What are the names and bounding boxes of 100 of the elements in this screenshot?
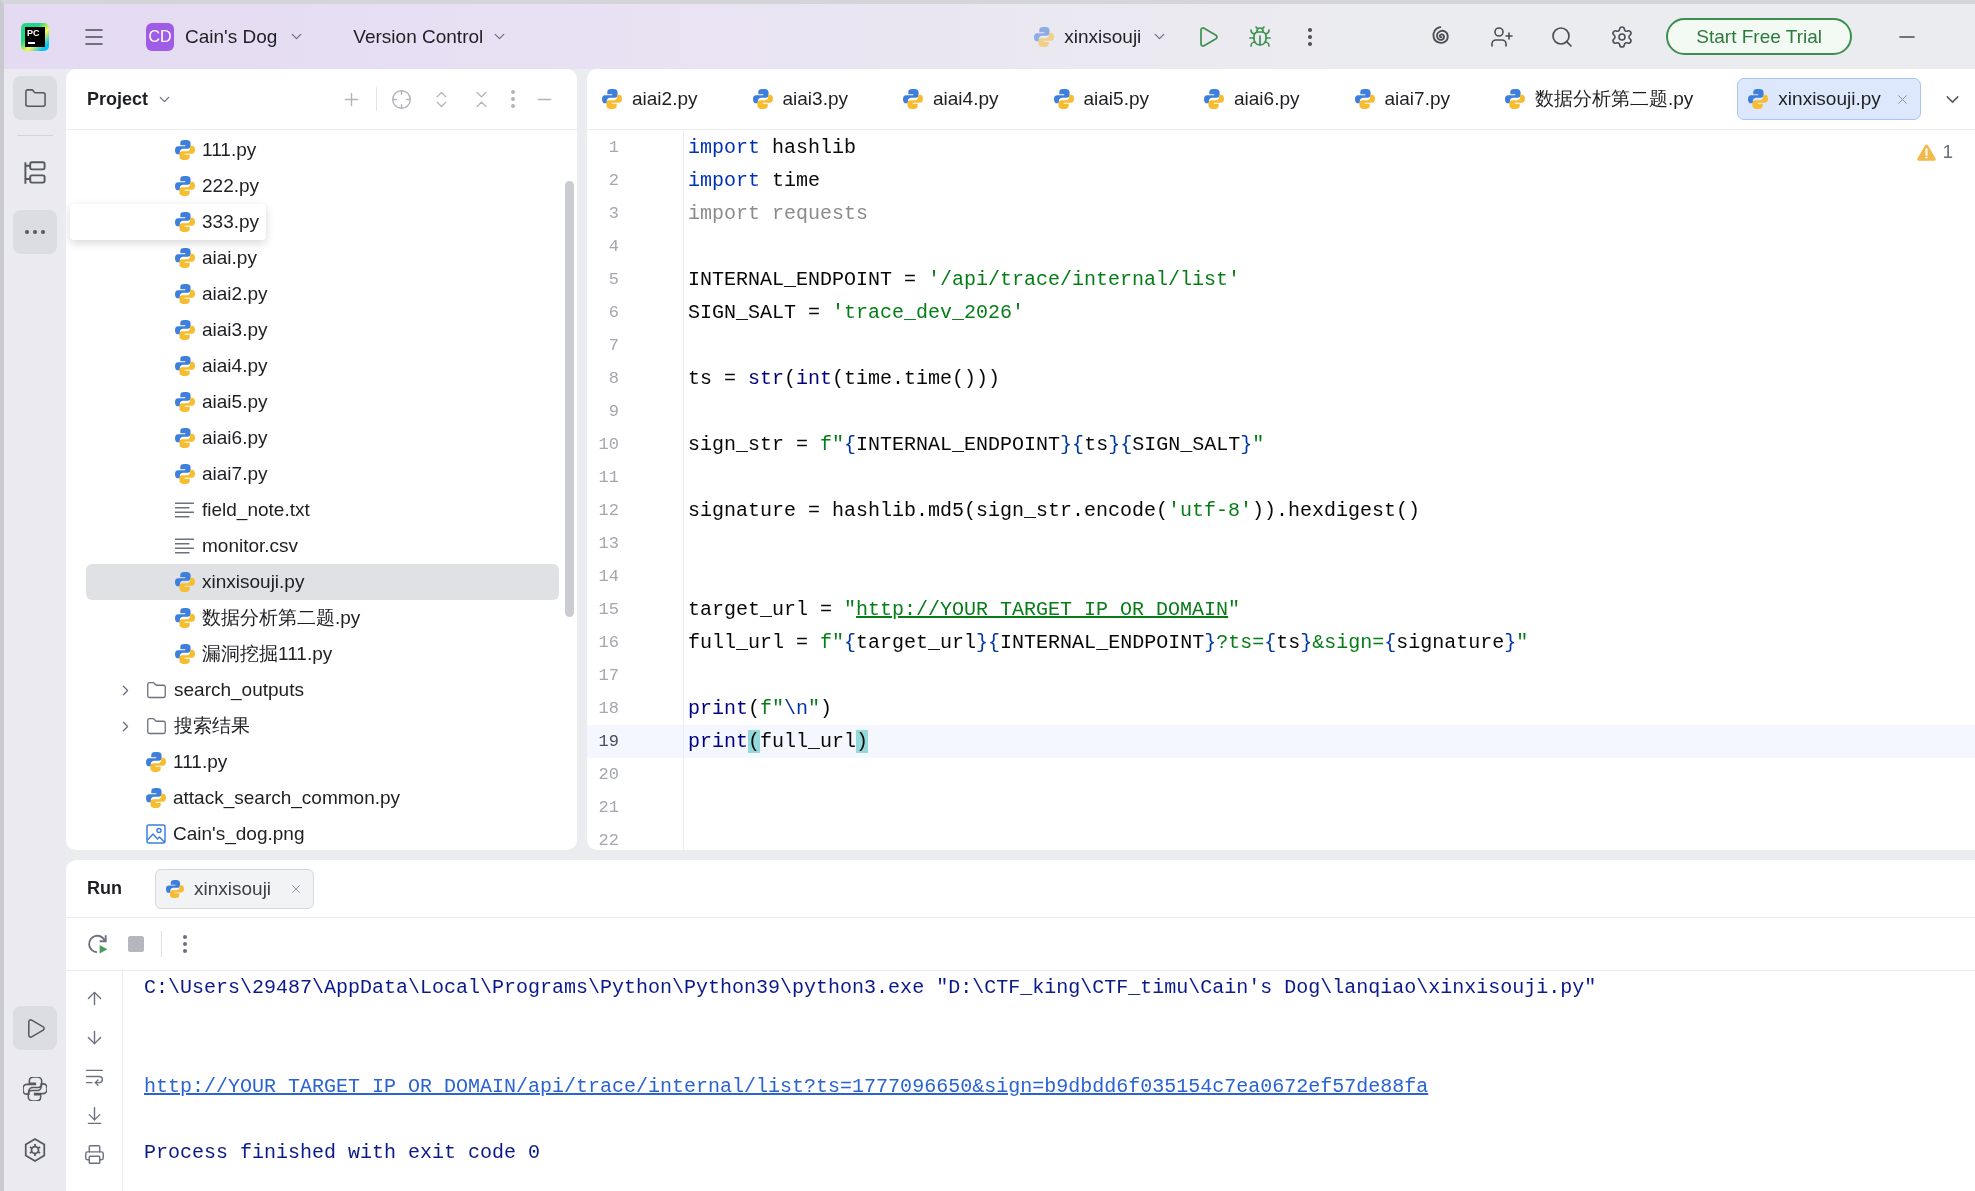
python-file-icon — [166, 879, 184, 898]
search-icon[interactable] — [1550, 24, 1575, 49]
more-icon[interactable] — [183, 935, 187, 953]
settings-icon[interactable] — [1610, 24, 1635, 49]
console-text: Process finished with exit code 0 — [144, 1141, 541, 1164]
line-number: 12 — [598, 501, 619, 520]
console-link[interactable]: http://YOUR_TARGET_IP_OR_DOMAIN/api/trace/internal/list?ts=1777096650&sign=b9dbdd6f035154c7ea0672ef57de88fa — [144, 1075, 1429, 1098]
rerun-icon[interactable] — [87, 933, 109, 955]
folder-item[interactable]: search_outputs — [86, 672, 559, 708]
tool-window-button[interactable] — [13, 76, 57, 120]
file-item[interactable]: attack_search_common.py — [86, 780, 559, 816]
console-text: C:\Users\29487\AppData\Local\Programs\Python\Python39\python3.exe "D:\CTF_king\CTF_timu\Cain's Dog\lanqiao\xinxisouji.py" — [144, 976, 1597, 999]
editor-tab[interactable]: aiai4.py — [892, 78, 1010, 120]
code-line: target_url = "http://YOUR_TARGET_IP_OR_DOMAIN" — [688, 598, 1241, 621]
file-item[interactable]: aiai2.py — [86, 276, 559, 312]
python-file-icon — [1748, 89, 1769, 109]
line-number: 9 — [608, 402, 619, 421]
line-number: 16 — [598, 633, 619, 652]
editor-tab[interactable]: aiai7.py — [1343, 78, 1461, 120]
url-link[interactable]: http://YOUR_TARGET_IP_OR_DOMAIN — [856, 598, 1229, 621]
python-file-icon — [175, 464, 195, 484]
python-file-icon — [602, 89, 622, 109]
structure-icon[interactable] — [23, 161, 47, 185]
bug-icon[interactable] — [1248, 24, 1273, 49]
file-item[interactable]: xinxisouji.py — [86, 564, 559, 600]
python-file-icon — [175, 428, 195, 448]
line-number: 10 — [598, 435, 619, 454]
python-file-icon — [146, 752, 166, 772]
file-item[interactable]: 数据分析第二题.py — [86, 600, 559, 636]
tool-window-button[interactable] — [13, 1006, 57, 1050]
file-item[interactable]: 222.py — [86, 168, 559, 204]
python-file-icon — [752, 89, 773, 109]
printer-icon[interactable] — [83, 1144, 105, 1165]
line-number: 18 — [598, 699, 619, 718]
text-file-icon — [175, 536, 195, 556]
trial-button[interactable]: Start Free Trial — [1666, 18, 1852, 55]
file-item[interactable]: aiai4.py — [86, 348, 559, 384]
more-icon — [25, 230, 45, 234]
file-item[interactable]: monitor.csv — [86, 528, 559, 564]
python-file-icon — [175, 140, 195, 160]
file-item[interactable]: aiai3.py — [86, 312, 559, 348]
folder-item[interactable]: 搜索结果 — [86, 708, 559, 744]
editor-tab[interactable]: 数据分析第二题.py — [1494, 78, 1705, 120]
more-icon[interactable] — [1308, 27, 1313, 46]
file-item[interactable]: 333.py — [70, 204, 266, 240]
code-line: sign_str = f"{INTERNAL_ENDPOINT}{ts}{SIGN_SALT}" — [688, 433, 1265, 456]
python-file-icon — [1053, 89, 1074, 109]
line-number: 14 — [598, 567, 619, 586]
python-file-icon — [175, 356, 195, 376]
file-item[interactable]: 111.py — [86, 132, 559, 168]
code-line: full_url = f"{target_url}{INTERNAL_ENDPOINT}?ts={ts}&sign={signature}" — [688, 631, 1529, 654]
line-number: 2 — [608, 171, 619, 190]
editor-tab[interactable]: aiai3.py — [741, 78, 859, 120]
python-file-icon — [175, 248, 195, 268]
code-line: INTERNAL_ENDPOINT = '/api/trace/internal/list' — [688, 268, 1241, 291]
warning-count[interactable]: 1 — [1942, 141, 1953, 163]
code-line: print(f"\n") — [688, 697, 833, 720]
code-line: SIGN_SALT = 'trace_dev_2026' — [688, 301, 1025, 324]
line-number: 8 — [608, 369, 619, 388]
code-line: import time — [688, 169, 821, 192]
editor-tab[interactable]: aiai2.py — [591, 78, 709, 120]
line-number: 21 — [598, 798, 619, 817]
file-item[interactable]: 111.py — [86, 744, 559, 780]
line-number: 1 — [608, 138, 619, 157]
file-item[interactable]: aiai7.py — [86, 456, 559, 492]
python-file-icon — [175, 284, 195, 304]
python-file-icon — [903, 89, 923, 109]
line-number: 15 — [598, 600, 619, 619]
file-item[interactable]: aiai6.py — [86, 420, 559, 456]
text-file-icon — [175, 500, 195, 520]
python-file-icon — [175, 392, 195, 412]
scrollbar-thumb[interactable] — [565, 181, 574, 617]
line-number: 7 — [608, 336, 619, 355]
line-number: 5 — [608, 270, 619, 289]
editor-tab[interactable]: xinxisouji.py — [1737, 78, 1921, 120]
editor-tab[interactable]: aiai5.py — [1042, 78, 1160, 120]
panel-title[interactable]: Project — [81, 84, 180, 114]
image-file-icon — [146, 824, 166, 844]
file-item[interactable]: field_note.txt — [86, 492, 559, 528]
code-line: import requests — [688, 202, 869, 225]
editor-tab[interactable]: aiai6.py — [1193, 78, 1311, 120]
project-selector[interactable]: CD Cain's Dog — [140, 18, 312, 55]
add-user-icon[interactable] — [1490, 24, 1515, 49]
python-file-icon — [1354, 89, 1375, 109]
python-file-icon — [175, 320, 195, 340]
python-file-icon — [175, 572, 195, 592]
file-item[interactable]: aiai5.py — [86, 384, 559, 420]
python-icon[interactable] — [23, 1077, 47, 1101]
code-line: signature = hashlib.md5(sign_str.encode('utf-8')).hexdigest() — [688, 499, 1421, 522]
run-tab[interactable]: xinxisouji — [155, 868, 315, 909]
file-item[interactable]: 漏洞挖掘111.py — [86, 636, 559, 672]
run-configuration[interactable]: xinxisouji — [1028, 21, 1175, 52]
vcs-menu[interactable]: Version Control — [347, 21, 515, 52]
python-file-icon — [175, 608, 195, 628]
hexagon-icon[interactable] — [23, 1138, 47, 1162]
python-file-icon — [175, 176, 195, 196]
file-item[interactable]: aiai.py — [86, 240, 559, 276]
file-item[interactable]: Cain's_dog.png — [86, 816, 559, 850]
line-number: 3 — [608, 204, 619, 223]
app-logo[interactable]: PC — [21, 22, 49, 51]
